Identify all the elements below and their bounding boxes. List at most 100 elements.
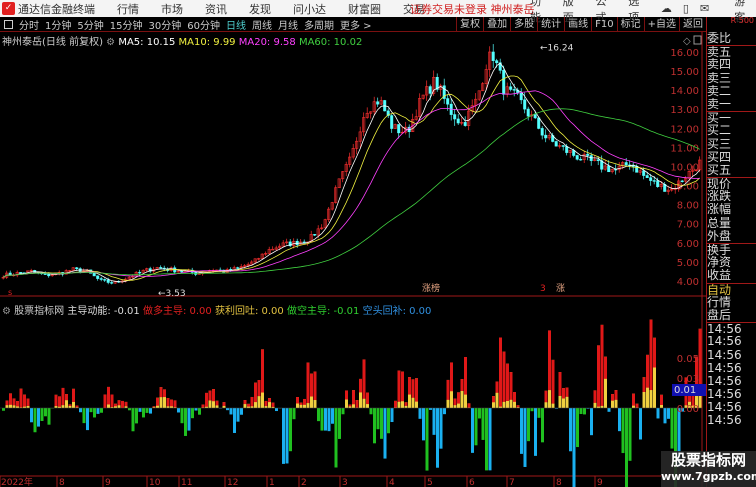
indicator-bar [593,390,597,403]
indicator-bar [226,408,229,411]
period-tab-10[interactable]: 更多 > [340,17,372,32]
toolbar-button-0[interactable]: 复权 [456,17,483,32]
menu-0[interactable]: 行情 [117,1,139,17]
candle-body [509,86,513,90]
indicator-bar [362,359,366,399]
indicator-bar [653,337,656,368]
quote-label: 14:56 [707,322,756,335]
indicator-bar [359,378,362,393]
period-tab-4[interactable]: 30分钟 [148,17,181,32]
quote-label: 盘后 [707,308,732,322]
indicator-bar [166,398,170,407]
quote-label: 卖二 [707,84,732,98]
period-tab-6[interactable]: 日线 [226,17,246,32]
login-status[interactable]: 证券交易未登录 神州泰岳 [410,1,535,17]
candle-body [631,165,635,167]
toolbar-button-6[interactable]: 标记 [616,17,644,32]
period-tab-8[interactable]: 月线 [278,17,298,32]
indicator-bar [82,408,86,424]
price-tick: 10.00 [670,162,699,173]
quote-label: 行情 [707,295,732,309]
indicator-bar [523,408,527,467]
period-tab-7[interactable]: 周线 [252,17,272,32]
indicator-bar [369,408,373,415]
date-label: 6 [469,478,475,487]
indicator-bar [75,405,79,408]
menu-3[interactable]: 发现 [249,1,271,17]
settings-icon[interactable]: ⚙ [2,306,11,317]
indicator-bar [394,400,397,408]
period-tab-2[interactable]: 5分钟 [77,17,103,32]
diamond-icon[interactable]: ◇ [683,36,691,47]
toolbar-button-4[interactable]: 画线 [564,17,591,32]
candle-body [180,270,184,273]
indicator-bar [247,403,250,407]
toolbar-button-1[interactable]: 叠加 [483,17,510,32]
candle-body [540,128,544,136]
indicator-bar [492,396,495,403]
indicator-bar [646,354,649,388]
candle-body [271,248,275,251]
toolbar-button-7[interactable]: +自选 [643,17,679,32]
indicator-bear: 做空主导: -0.01 [286,306,360,317]
indicator-bar [114,403,117,407]
indicator-bar [282,408,285,464]
indicator-tick: 0.00 [677,404,699,415]
toolbar-button-3[interactable]: 统计 [537,17,564,32]
toolbar-button-2[interactable]: 多股 [510,17,537,32]
indicator-bar [453,398,457,406]
candle-body [491,51,495,61]
indicator-bar [170,399,173,407]
candle-body [103,279,107,281]
chart-info: 神州泰岳(日线 前复权) ⚙ MA5: 10.15 MA10: 9.99 MA2… [2,33,362,48]
menu-4[interactable]: 问小达 [293,1,326,17]
phone-icon[interactable]: ▯ [683,2,689,15]
indicator-bar [548,330,551,391]
period-tab-1[interactable]: 1分钟 [45,17,71,32]
indicator-bar [173,400,177,408]
indicator-bar [530,408,534,412]
indicator-bar [68,404,72,406]
indicator-name[interactable]: 股票指标网 [14,306,64,317]
indicator-bar [180,408,184,424]
toolbar-button-5[interactable]: F10 [591,17,616,32]
candle-body [579,158,583,161]
candle-body [92,272,96,277]
indicator-bar [660,394,663,405]
candle-body [110,282,114,284]
menu-1[interactable]: 市场 [161,1,183,17]
watermark: 股票指标网 www.7gpzb.com [661,451,756,487]
window-icon[interactable] [693,35,702,45]
menu-2[interactable]: 资讯 [205,1,227,17]
indicator-bar [257,380,261,397]
menu-5[interactable]: 财富圈 [348,1,381,17]
cloud-icon[interactable]: ☁ [661,2,672,15]
indicator-bar [625,408,628,487]
event-mark: 3 [540,284,546,294]
period-tab-0[interactable]: 分时 [19,17,39,32]
chart-area[interactable]: 16.0015.0014.0013.0012.0011.0010.009.008… [0,32,706,487]
indicator-bar [618,408,621,432]
toolbar-button-8[interactable]: 返回 [679,17,706,32]
period-tab-9[interactable]: 多周期 [304,17,334,32]
quote-label: 14:56 [707,374,742,388]
candle-body [565,146,569,153]
candle-body [428,86,432,94]
indicator-bar [233,408,236,433]
panel-toggle-icon[interactable] [4,19,13,29]
indicator-bar [429,408,432,410]
period-tab-5[interactable]: 60分钟 [187,17,220,32]
quote-label: 14:56 [707,348,742,362]
candle-body [376,101,380,105]
indicator-bar [376,408,380,430]
message-icon[interactable]: ✉ [700,2,709,15]
quote-label: 卖五 [707,45,756,58]
indicator-bar [240,408,243,415]
candle-body [586,153,590,156]
settings-icon[interactable]: ⚙ [106,37,115,48]
ma5-value: MA5: 10.15 [118,37,176,48]
indicator-bar [320,408,324,431]
period-tab-3[interactable]: 15分钟 [110,17,143,32]
indicator-bar [635,403,639,408]
indicator-bar [541,408,544,443]
